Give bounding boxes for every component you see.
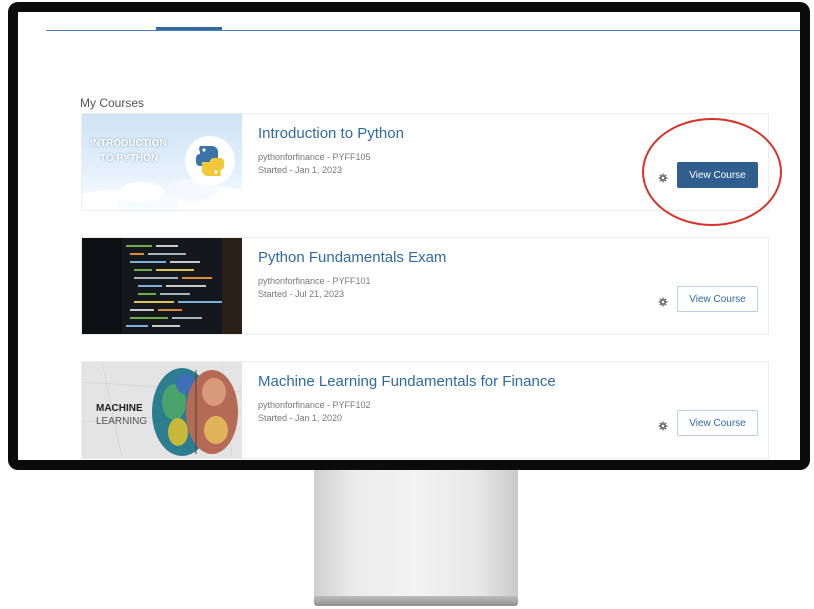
thumbnail-caption-line: TO PYTHON	[100, 153, 159, 164]
course-title-link[interactable]: Python Fundamentals Exam	[258, 249, 446, 266]
screen: My Courses INTRODUCTION TO PYTHON Introd…	[18, 12, 800, 460]
thumbnail-caption-line: LEARNING	[96, 416, 148, 427]
gear-icon[interactable]	[658, 421, 668, 431]
code-screen-illustration	[82, 238, 242, 334]
course-start-date: Started - Jan 1, 2020	[258, 413, 343, 423]
course-thumbnail-python[interactable]: INTRODUCTION TO PYTHON	[82, 114, 242, 210]
monitor-stand-base	[314, 596, 518, 606]
monitor-stand	[314, 470, 518, 598]
course-thumbnail-code[interactable]	[82, 238, 242, 334]
thumbnail-caption-line: MACHINE	[96, 403, 143, 414]
course-title-link[interactable]: Introduction to Python	[258, 125, 404, 142]
thumbnail-caption: INTRODUCTION TO PYTHON	[90, 136, 167, 166]
course-thumbnail-machine-learning[interactable]: MACHINE LEARNING	[82, 362, 242, 458]
course-card: MACHINE LEARNING Machine Learning Fundam…	[81, 361, 769, 459]
course-provider-code: pythonforfinance - PYFF102	[258, 400, 371, 410]
course-start-date: Started - Jul 21, 2023	[258, 289, 345, 299]
active-tab-indicator[interactable]	[156, 27, 222, 30]
course-provider-code: pythonforfinance - PYFF105	[258, 152, 371, 162]
monitor-frame: My Courses INTRODUCTION TO PYTHON Introd…	[8, 2, 810, 470]
tabs-divider	[46, 30, 800, 31]
view-course-button[interactable]: View Course	[677, 286, 758, 312]
course-start-date: Started - Jan 1, 2023	[258, 165, 343, 175]
gear-icon[interactable]	[658, 297, 668, 307]
view-course-button[interactable]: View Course	[677, 410, 758, 436]
section-title: My Courses	[80, 96, 145, 110]
thumbnail-caption-line: INTRODUCTION	[90, 138, 167, 149]
highlight-annotation-circle	[642, 118, 782, 226]
course-provider-code: pythonforfinance - PYFF101	[258, 276, 371, 286]
course-title-link[interactable]: Machine Learning Fundamentals for Financ…	[258, 373, 556, 390]
course-card: Python Fundamentals Exam pythonforfinanc…	[81, 237, 769, 335]
